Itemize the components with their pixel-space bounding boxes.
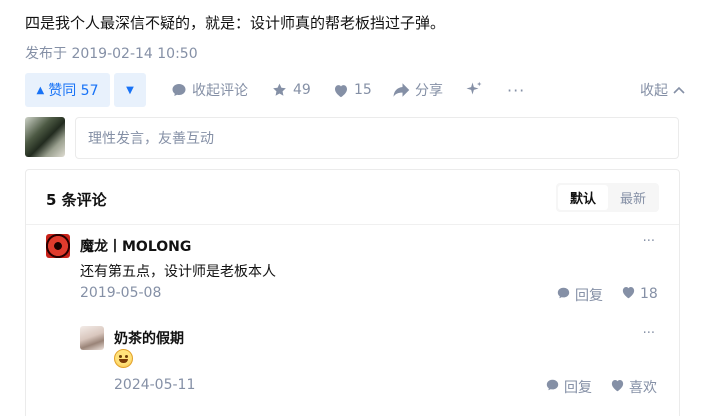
collapse-answer-button[interactable]: 收起	[640, 73, 685, 107]
triangle-down-icon: ▼	[126, 84, 134, 96]
grinning-emoji-icon	[114, 349, 133, 368]
upvote-button[interactable]: ▲ 赞同 57	[25, 73, 110, 107]
favorite-count: 49	[293, 82, 311, 98]
sparkle-icon	[465, 81, 483, 99]
comment-composer: 理性发言，友善互动	[25, 117, 680, 159]
avatar[interactable]	[46, 234, 70, 258]
answer-text: 四是我个人最深信不疑的，就是：设计师真的帮老板挡过子弹。	[25, 14, 446, 32]
comment-bubble-icon	[171, 82, 187, 98]
reply-button[interactable]: 回复	[545, 377, 592, 397]
comment-like-button[interactable]: 喜欢	[610, 377, 657, 397]
comments-count: 5 条评论	[46, 191, 107, 209]
heart-icon	[333, 83, 349, 98]
comment-author[interactable]: 魔龙丨MOLONG	[80, 236, 191, 256]
reply-label: 回复	[575, 288, 603, 304]
chevron-up-icon	[673, 86, 685, 94]
more-options-button[interactable]: ···	[643, 326, 655, 341]
comments-panel: 5 条评论 默认 最新 魔龙丨MOLONG ··· 还有第五点，设计师是老板本人…	[25, 169, 680, 416]
reply-bubble-icon	[545, 378, 560, 396]
triangle-up-icon: ▲	[36, 84, 45, 96]
ai-sparkle-button[interactable]	[465, 73, 483, 107]
collapse-label: 收起	[640, 83, 668, 99]
comment-author[interactable]: 奶茶的假期	[114, 328, 184, 348]
more-dots-icon: ···	[507, 80, 526, 100]
like-count: 15	[354, 82, 372, 98]
user-avatar	[25, 117, 65, 157]
comment-toggle-label: 收起评论	[192, 83, 248, 99]
reply-label: 回复	[564, 380, 592, 396]
more-options-button[interactable]: ···	[643, 234, 655, 249]
downvote-button[interactable]: ▼	[114, 73, 146, 107]
comment-input[interactable]: 理性发言，友善互动	[75, 117, 679, 159]
collapse-comments-button[interactable]: 收起评论	[171, 73, 248, 107]
avatar[interactable]	[80, 326, 104, 350]
sort-newest-tab[interactable]: 最新	[609, 185, 657, 210]
like-button[interactable]: 15	[333, 73, 372, 107]
favorite-button[interactable]: 49	[271, 73, 311, 107]
reply-bubble-icon	[556, 286, 571, 304]
share-label: 分享	[415, 83, 443, 99]
sort-default-tab[interactable]: 默认	[558, 185, 608, 210]
publish-time: 发布于 2019-02-14 10:50	[25, 46, 198, 62]
more-actions-button[interactable]: ···	[507, 73, 525, 107]
comment-like-label: 喜欢	[629, 380, 657, 396]
comment-date: 2019-05-08	[80, 285, 162, 301]
star-icon	[271, 82, 288, 98]
sort-switch: 默认 最新	[556, 183, 659, 212]
share-button[interactable]: 分享	[392, 73, 443, 107]
comment-text: 还有第五点，设计师是老板本人	[80, 264, 276, 280]
heart-icon	[621, 285, 636, 303]
comment-date: 2024-05-11	[114, 377, 196, 393]
action-bar: ▲ 赞同 57 ▼ 收起评论 49 15 分享 ··· 收起	[25, 73, 685, 107]
comment-like-button[interactable]: 18	[621, 285, 658, 303]
comment-like-count: 18	[640, 286, 658, 302]
comments-header: 5 条评论 默认 最新	[26, 170, 679, 225]
heart-icon	[610, 378, 625, 396]
reply-button[interactable]: 回复	[556, 285, 603, 305]
comment-text	[114, 349, 133, 368]
share-arrow-icon	[392, 82, 410, 98]
upvote-label: 赞同 57	[48, 83, 99, 99]
